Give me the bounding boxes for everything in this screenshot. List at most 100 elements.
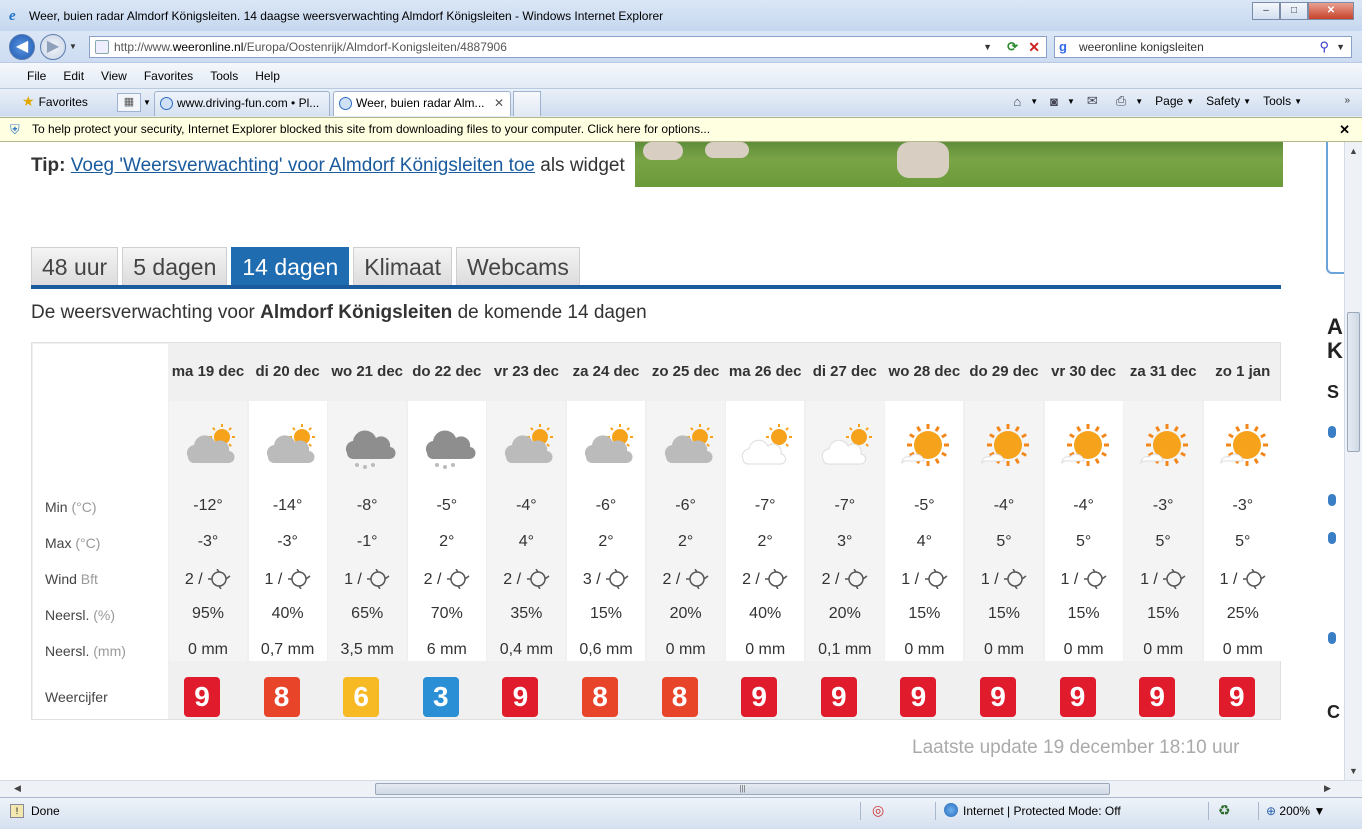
scroll-thumb[interactable] xyxy=(1347,312,1360,452)
scroll-right-icon[interactable]: ▶ xyxy=(1324,783,1331,794)
precip-chance: 70% xyxy=(430,605,463,622)
scroll-thumb[interactable]: ||| xyxy=(375,783,1110,795)
menu-view[interactable]: View xyxy=(101,69,127,83)
command-bar: ⌂ ▼ ◙ ▼ ✉ ⎙ ▼ Page ▼ Safety ▼ Tools ▼ xyxy=(1001,93,1302,109)
menu-edit[interactable]: Edit xyxy=(63,69,84,83)
day-column: wo 21 dec -8° -1° 1 / 65% 3,5 mm 6 xyxy=(327,343,407,721)
back-button[interactable]: ◀ xyxy=(9,34,35,60)
precip-amount: 0,4 mm xyxy=(499,641,554,658)
sun-cloud-icon xyxy=(739,423,795,469)
max-temp: 2° xyxy=(757,533,773,550)
tab-14-dagen[interactable]: 14 dagen xyxy=(231,247,350,285)
tools-menu[interactable]: Tools ▼ xyxy=(1263,94,1302,108)
day-name: wo 21 dec xyxy=(331,363,404,380)
precip-chance: 15% xyxy=(987,605,1021,622)
zoom-level[interactable]: ⊕ 200% ▼ xyxy=(1266,804,1325,818)
precip-chance: 40% xyxy=(749,605,782,622)
sunny-icon xyxy=(978,423,1034,469)
chevron-right-icon[interactable]: » xyxy=(1344,95,1350,106)
sidebar-frame xyxy=(1326,142,1344,274)
tab-list-dropdown-icon[interactable]: ▼ xyxy=(143,98,151,107)
status-text: Done xyxy=(31,804,60,818)
wind-direction-icon xyxy=(1242,569,1266,589)
browser-tab-weeronline[interactable]: Weer, buien radar Alm... ✕ xyxy=(333,91,511,116)
stop-icon[interactable]: ✕ xyxy=(1028,37,1040,57)
url-dropdown-icon[interactable]: ▼ xyxy=(983,37,992,57)
precip-chance: 20% xyxy=(828,605,861,622)
maximize-button[interactable]: □ xyxy=(1280,2,1308,20)
precip-chance: 15% xyxy=(908,605,941,622)
horizontal-scrollbar[interactable]: ◀ ||| ▶ xyxy=(0,780,1362,797)
menu-file[interactable]: File xyxy=(27,69,46,83)
search-icon[interactable]: ⚲ xyxy=(1319,37,1329,57)
url-prefix: http://www. xyxy=(114,40,173,54)
tab-5-dagen[interactable]: 5 dagen xyxy=(122,247,228,285)
min-temp: -6° xyxy=(595,497,617,514)
tab-webcams[interactable]: Webcams xyxy=(456,247,580,285)
security-info-bar[interactable]: ⛨ To help protect your security, Interne… xyxy=(0,117,1362,142)
search-dropdown-icon[interactable]: ▼ xyxy=(1336,37,1345,57)
sidebar-icon xyxy=(1328,532,1336,544)
close-button[interactable]: ✕ xyxy=(1308,2,1354,20)
address-bar: ◀ ▶ ▼ http://www.weeronline.nl/Europa/Oo… xyxy=(0,31,1362,62)
scroll-left-icon[interactable]: ◀ xyxy=(14,783,21,794)
printer-icon: ⎙ xyxy=(1115,93,1127,108)
min-temp: -5° xyxy=(914,497,935,514)
weather-score: 8 xyxy=(263,677,300,717)
browser-tab-driving-fun[interactable]: www.driving-fun.com • Pl... xyxy=(154,91,330,116)
menu-favorites[interactable]: Favorites xyxy=(144,69,193,83)
page-menu[interactable]: Page ▼ xyxy=(1155,94,1194,108)
refresh-icon[interactable]: ⟳ xyxy=(1007,37,1018,57)
precip-chance: 15% xyxy=(1067,605,1100,622)
tab-48-uur[interactable]: 48 uur xyxy=(31,247,119,285)
privacy-icon[interactable]: ◎ xyxy=(872,802,884,819)
precip-amount: 0 mm xyxy=(745,641,786,658)
feeds-button[interactable]: ◙ ▼ xyxy=(1050,94,1075,109)
menu-help[interactable]: Help xyxy=(255,69,280,83)
max-temp: -1° xyxy=(356,533,378,550)
menu-tools[interactable]: Tools xyxy=(210,69,238,83)
wind: 2 / xyxy=(646,569,726,589)
min-temp: -4° xyxy=(516,497,537,514)
min-temp: -4° xyxy=(993,497,1015,514)
add-widget-link[interactable]: Voeg 'Weersverwachting' voor Almdorf Kön… xyxy=(71,155,535,176)
day-name: di 20 dec xyxy=(255,363,320,380)
accessibility-icon[interactable]: ♻ xyxy=(1218,802,1231,819)
menu-bar: File Edit View Favorites Tools Help xyxy=(0,62,1362,88)
max-temp: 2° xyxy=(598,533,614,550)
mail-button[interactable]: ✉ xyxy=(1087,93,1104,109)
quick-tabs-button[interactable]: ▦ xyxy=(117,93,141,112)
wind-direction-icon xyxy=(764,569,788,589)
url-input[interactable]: http://www.weeronline.nl/Europa/Oostenri… xyxy=(89,36,1047,58)
tab-close-icon[interactable]: ✕ xyxy=(494,92,504,115)
tabs-underline xyxy=(31,285,1281,289)
print-button[interactable]: ⎙ ▼ xyxy=(1116,93,1143,109)
label-precip-mm: Neersl. (mm) xyxy=(45,643,126,659)
new-tab-button[interactable] xyxy=(513,91,541,116)
precip-amount: 0 mm xyxy=(984,641,1024,658)
forward-button[interactable]: ▶ xyxy=(40,34,66,60)
info-bar-close-icon[interactable]: ✕ xyxy=(1339,118,1350,141)
url-path: /Europa/Oostenrijk/Almdorf-Konigsleiten/… xyxy=(243,40,507,54)
max-temp: 2° xyxy=(677,533,694,550)
wind-direction-icon xyxy=(605,569,629,589)
sidebar-letter: S xyxy=(1327,382,1340,402)
home-button[interactable]: ⌂ ▼ xyxy=(1013,94,1038,109)
recent-pages-dropdown[interactable]: ▼ xyxy=(69,42,77,51)
safety-menu[interactable]: Safety ▼ xyxy=(1206,94,1251,108)
favorites-button[interactable]: ★ Favorites xyxy=(22,93,88,110)
tip-suffix: als widget xyxy=(540,155,625,176)
security-zone[interactable]: Internet | Protected Mode: Off xyxy=(963,804,1121,818)
partly-cloudy-icon xyxy=(262,423,318,469)
day-name: wo 28 dec xyxy=(888,363,961,380)
minimize-button[interactable]: – xyxy=(1252,2,1280,20)
search-input[interactable]: g weeronline konigsleiten ⚲ ▼ xyxy=(1054,36,1352,58)
scroll-up-icon[interactable]: ▲ xyxy=(1349,146,1358,156)
vertical-scrollbar[interactable]: ▲ ▼ xyxy=(1344,142,1362,780)
tab-klimaat[interactable]: Klimaat xyxy=(353,247,452,285)
wind-direction-icon xyxy=(1162,569,1186,589)
wind: 3 / xyxy=(566,569,646,589)
tab-label: Weer, buien radar Alm... xyxy=(356,96,485,110)
scroll-down-icon[interactable]: ▼ xyxy=(1349,766,1358,776)
wind-direction-icon xyxy=(1003,569,1027,589)
